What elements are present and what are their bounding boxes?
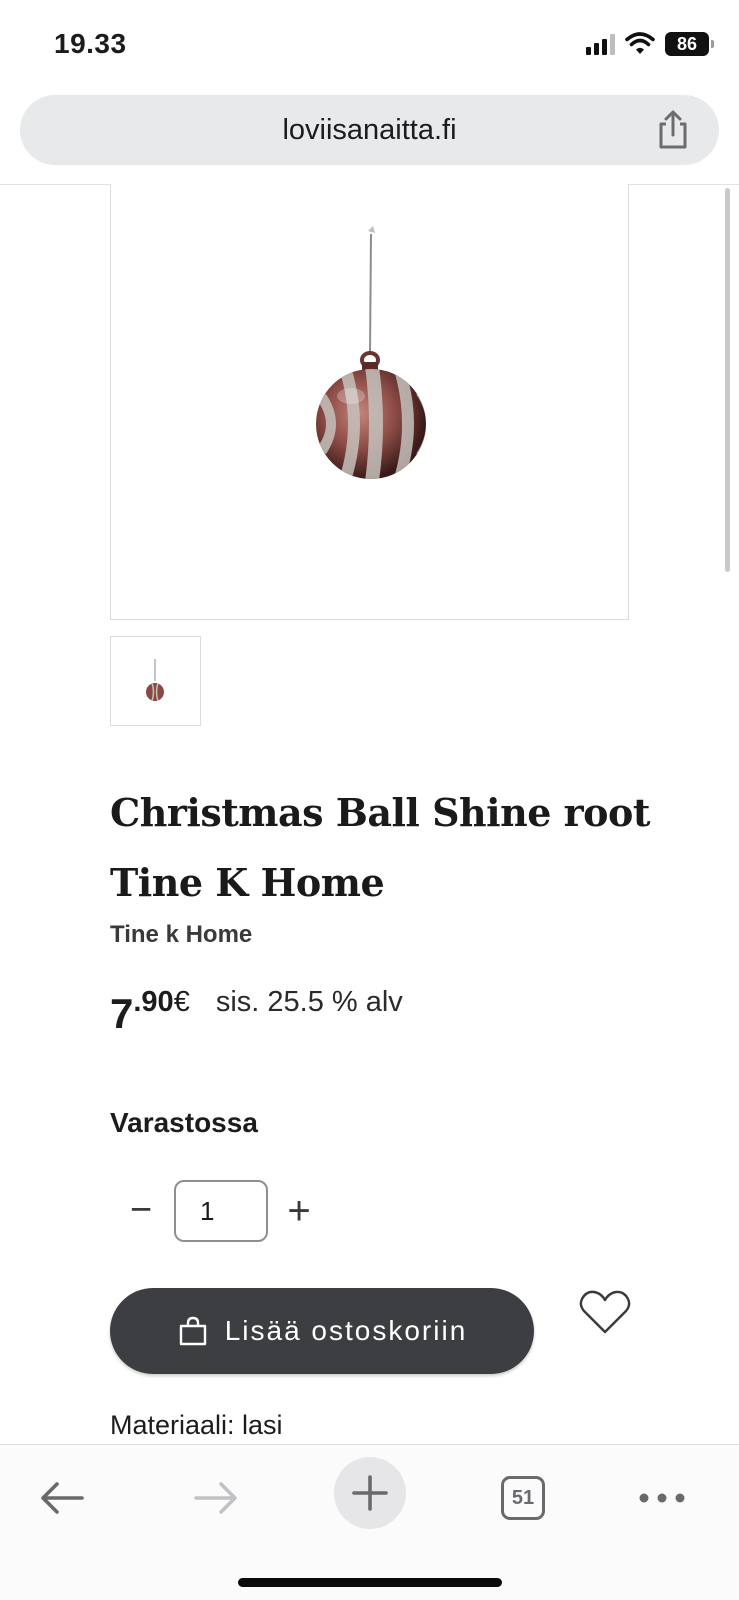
status-time: 19.33 <box>54 28 127 59</box>
battery-icon: 86 <box>665 32 714 56</box>
scroll-indicator <box>725 188 730 572</box>
back-arrow-icon <box>41 1482 84 1514</box>
add-to-cart-button[interactable]: Lisää ostoskoriin <box>110 1288 534 1374</box>
product-brand-link[interactable]: Tine k Home <box>110 921 252 949</box>
material-info: Materiaali: lasi <box>110 1410 283 1440</box>
heart-icon[interactable] <box>578 1288 632 1336</box>
price-currency: € <box>173 986 190 1018</box>
vat-info: sis. 25.5 % alv <box>215 986 403 1018</box>
shopping-bag-icon <box>179 1316 206 1346</box>
ornament-thumbnail-image <box>146 659 164 702</box>
forward-button[interactable] <box>186 1473 246 1523</box>
add-to-cart-label: Lisää ostoskoriin <box>224 1315 468 1346</box>
product-main-image[interactable] <box>110 184 629 620</box>
tabs-icon: 51 <box>501 1476 545 1520</box>
cellular-signal-icon <box>586 33 615 55</box>
price-decimal: .90 <box>133 986 174 1018</box>
new-tab-button[interactable] <box>334 1457 406 1529</box>
more-icon <box>639 1493 685 1503</box>
home-indicator <box>238 1578 502 1587</box>
product-thumbnail[interactable] <box>110 636 201 726</box>
more-button[interactable] <box>632 1473 692 1523</box>
share-icon[interactable] <box>653 109 693 151</box>
tabs-count: 51 <box>511 1486 535 1509</box>
quantity-increase-button[interactable]: + <box>282 1191 316 1231</box>
price-integer: 7 <box>110 990 134 1037</box>
status-icons: 86 <box>586 32 714 56</box>
browser-toolbar: 51 <box>0 1444 739 1600</box>
status-bar: 19.33 86 <box>0 0 739 90</box>
address-bar[interactable]: loviisanaitta.fi <box>20 95 719 165</box>
back-button[interactable] <box>32 1473 92 1523</box>
quantity-decrease-button[interactable]: − <box>124 1191 158 1229</box>
tabs-button[interactable]: 51 <box>493 1473 553 1523</box>
price: 7 .90 € sis. 25.5 % alv <box>110 984 403 1038</box>
stock-status: Varastossa <box>110 1107 258 1138</box>
plus-icon <box>352 1475 388 1511</box>
ornament-image <box>316 226 426 479</box>
forward-arrow-icon <box>194 1482 237 1514</box>
wifi-icon <box>625 32 655 54</box>
battery-level: 86 <box>676 33 698 54</box>
product-title: Christmas Ball Shine root Tine K Home <box>110 790 650 905</box>
url-text[interactable]: loviisanaitta.fi <box>20 114 719 147</box>
quantity-input[interactable] <box>174 1180 268 1242</box>
